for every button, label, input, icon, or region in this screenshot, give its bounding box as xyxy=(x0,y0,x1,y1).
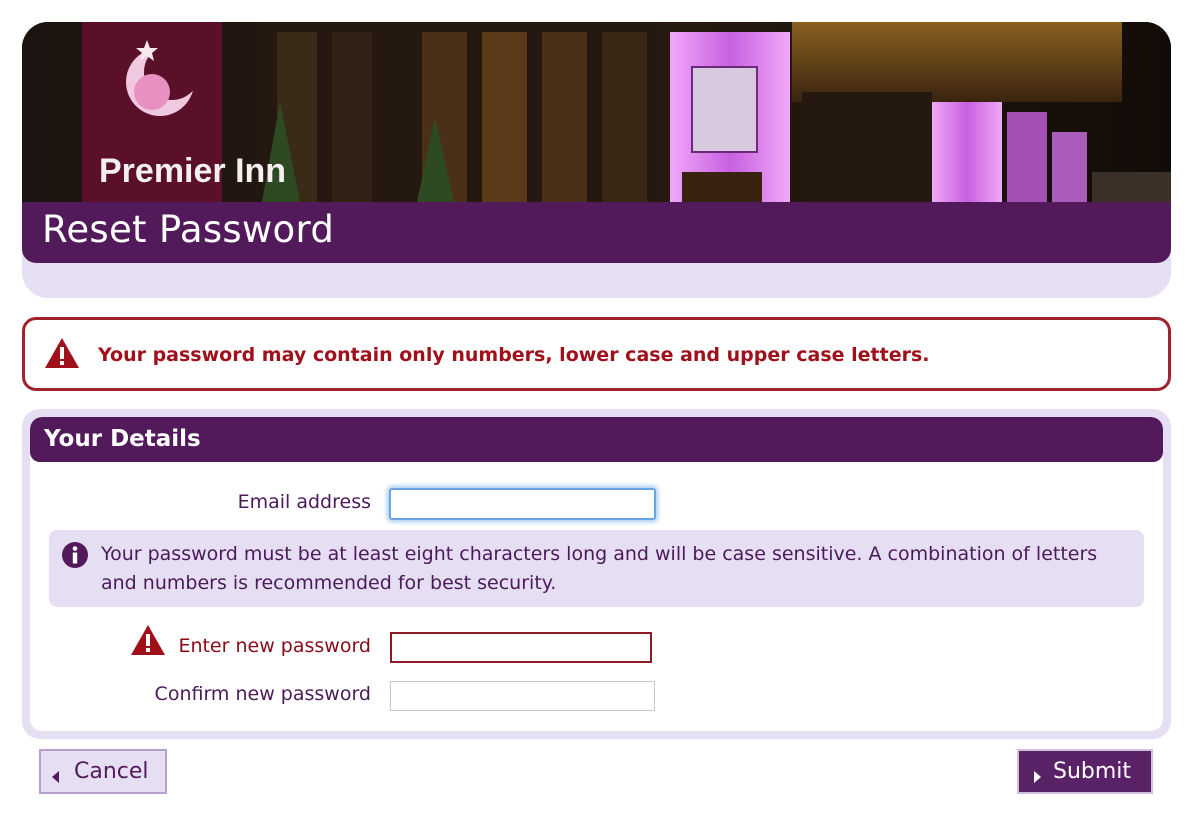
error-message: Your password may contain only numbers, … xyxy=(98,344,930,366)
brand-logo-text: Premier Inn xyxy=(99,152,286,190)
caret-left-icon xyxy=(51,765,61,790)
confirm-password-label: Confirm new password xyxy=(154,683,371,705)
hotel-banner-image: Premier Inn xyxy=(22,22,1171,202)
submit-button[interactable]: Submit xyxy=(1017,749,1153,794)
page-header: Premier Inn Reset Password xyxy=(22,22,1171,298)
password-info-box: Your password must be at least eight cha… xyxy=(49,530,1144,607)
email-field[interactable] xyxy=(389,488,656,520)
details-panel-title: Your Details xyxy=(44,426,201,452)
warning-icon xyxy=(44,337,80,373)
password-info-text: Your password must be at least eight cha… xyxy=(101,543,1098,594)
new-password-field[interactable] xyxy=(390,632,652,663)
details-panel: Your Details Email address Your password… xyxy=(22,409,1171,739)
confirm-password-field[interactable] xyxy=(390,681,655,711)
error-alert: Your password may contain only numbers, … xyxy=(22,317,1171,391)
cancel-button-label: Cancel xyxy=(74,759,149,784)
caret-right-icon xyxy=(1032,765,1042,790)
warning-icon xyxy=(130,624,166,660)
details-panel-body: Your Details Email address Your password… xyxy=(30,417,1163,731)
new-password-label: Enter new password xyxy=(178,635,371,657)
info-icon xyxy=(61,541,89,573)
cancel-button[interactable]: Cancel xyxy=(39,749,167,794)
submit-button-label: Submit xyxy=(1053,759,1132,784)
email-label: Email address xyxy=(237,491,371,513)
details-panel-header: Your Details xyxy=(30,417,1163,462)
page-title: Reset Password xyxy=(42,208,335,251)
